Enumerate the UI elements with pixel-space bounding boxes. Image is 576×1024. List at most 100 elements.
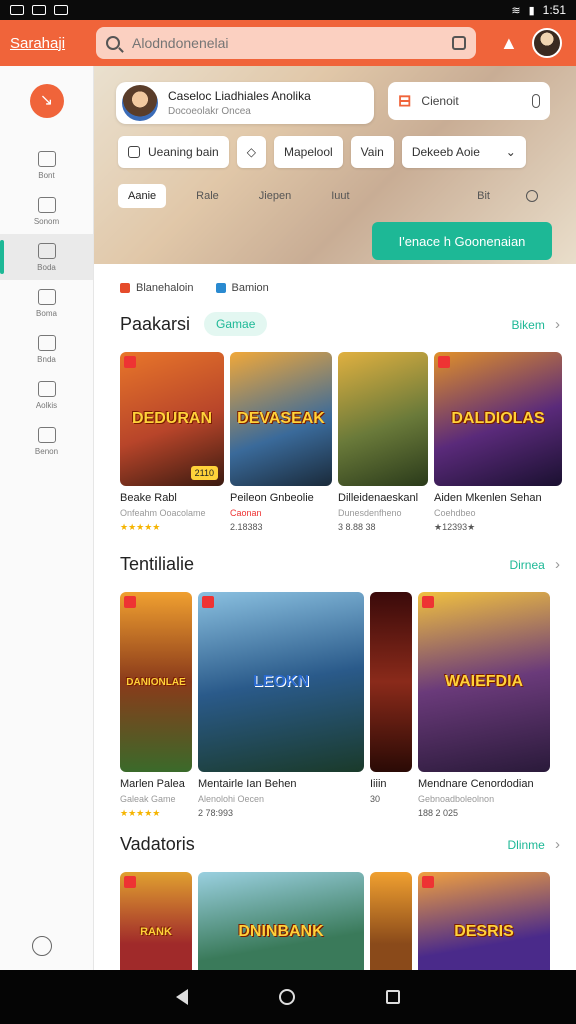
user-avatar[interactable]	[531, 28, 562, 58]
notification-icon-2	[32, 5, 46, 15]
filter-tab-3[interactable]: Jiepen	[259, 190, 291, 202]
star-icon	[37, 426, 56, 443]
profile-subtitle: Docoeolakr Oncea	[168, 106, 251, 117]
tag-2[interactable]: Bamion	[215, 282, 269, 294]
section-more-link[interactable]: Dirnea	[509, 556, 560, 573]
recents-icon[interactable]	[386, 990, 401, 1004]
game-cover	[338, 352, 428, 486]
game-card[interactable]: RANK	[120, 872, 192, 970]
chip-icon-only[interactable]: ◇	[236, 136, 266, 168]
tag-blue-icon	[215, 283, 226, 293]
game-cover: LEOKN	[198, 592, 364, 772]
game-cover	[370, 592, 412, 772]
settings-icon[interactable]	[32, 936, 52, 956]
game-card[interactable]: DALDIOLAS Aiden Mkenlen Sehan Coehdbeo ★…	[434, 352, 562, 533]
mic-icon[interactable]	[532, 94, 540, 108]
tag-row: Blanehaloin Bamion	[120, 282, 269, 294]
game-card[interactable]: Iiiin 30	[370, 592, 412, 819]
timer-icon	[37, 334, 56, 351]
game-cover: WAIEFDIA	[418, 592, 550, 772]
voice-search-card[interactable]: ⊟ Cienoit	[388, 82, 550, 120]
chip-category[interactable]: Ueaning bain	[118, 136, 229, 168]
chip-map[interactable]: Mapelool	[273, 136, 343, 168]
wifi-icon: ≋	[511, 4, 521, 17]
app-brand[interactable]: Sarahaji	[10, 35, 86, 52]
profile-card[interactable]: Caseloc Liadhiales Anolika Docoeolakr On…	[116, 82, 374, 124]
chip-vain[interactable]: Vain	[350, 136, 394, 168]
game-cover: DNINBANK	[198, 872, 364, 970]
game-card[interactable]: DANIONLAE Marlen Palea Galeak Game ★★★★★	[120, 592, 192, 819]
section-more-link[interactable]: Dlinme	[507, 836, 560, 853]
game-card[interactable]: DEDURAN 2110 Beake Rabl Onfeahm Ooacolame…	[120, 352, 224, 533]
cta-button[interactable]: I'enace h Goonenaian	[372, 222, 552, 260]
sidebar: ↘ Bont Sonom Boda Boma Bnda Aolkis Benon	[0, 66, 94, 970]
section-more-link[interactable]: Bikem	[511, 316, 560, 333]
status-bar: ≋ ▮ 1:51	[0, 0, 576, 20]
sidebar-item-timer[interactable]: Bnda	[0, 326, 93, 372]
section-title: Paakarsi	[120, 313, 191, 334]
game-cover	[370, 872, 412, 970]
sidebar-logo-icon[interactable]: ↘	[29, 84, 64, 118]
game-card[interactable]: DNINBANK	[198, 872, 364, 970]
section-trending: Tentilialie Dirnea DANIONLAE Marlen Pale…	[120, 550, 560, 819]
hero-banner: Caseloc Liadhiales Anolika Docoeolakr On…	[94, 66, 576, 264]
apps-icon	[37, 380, 56, 397]
system-nav-bar	[0, 970, 576, 1024]
profile-name: Caseloc Liadhiales Anolika	[168, 89, 311, 103]
section-pill[interactable]: Gamae	[204, 312, 268, 336]
notification-icon	[10, 5, 24, 15]
sidebar-item-games[interactable]: Boda	[0, 234, 93, 280]
cloud-icon	[37, 288, 56, 305]
chip-row: Ueaning bain ◇ Mapelool Vain Dekeeb Aoie…	[118, 136, 526, 168]
clock: 1:51	[542, 3, 566, 17]
filter-tab-all[interactable]: Aanie	[118, 184, 167, 208]
top-bar: Sarahaji ▲	[0, 20, 576, 66]
game-card[interactable]: LEOKN Mentairle Ian Behen Alenolohi Oece…	[198, 592, 364, 819]
sidebar-item-library[interactable]: Sonom	[0, 188, 93, 234]
home-icon	[37, 150, 56, 167]
sidebar-item-home[interactable]: Bont	[0, 142, 93, 188]
game-card[interactable]: DEVASEAK Peileon Gnbeolie Caonan 2.18383	[230, 352, 332, 533]
search-icon	[106, 36, 120, 50]
notification-icon-3	[54, 5, 68, 15]
filter-tabs: Aanie Rale Jiepen Iuut Bit	[118, 184, 538, 208]
tag-1[interactable]: Blanehaloin	[120, 282, 194, 294]
game-cover: DANIONLAE	[120, 592, 192, 772]
filter-tab-2[interactable]: Rale	[196, 190, 219, 202]
sort-dropdown[interactable]: Dekeeb Aoie ⌄	[401, 136, 526, 168]
notification-bell-icon[interactable]: ▲	[500, 33, 518, 54]
game-card[interactable]: Dilleidenaeskanl Dunesdenfheno 3 8.88 38	[338, 352, 428, 533]
back-icon[interactable]	[175, 989, 188, 1005]
voice-label: Cienoit	[421, 94, 459, 108]
section-adventures: Vadatoris Dlinme RANK DNINBANK DESRIS	[120, 830, 560, 970]
section-title: Tentilialie	[120, 553, 195, 574]
sidebar-item-apps[interactable]: Aolkis	[0, 372, 93, 418]
search-bar[interactable]	[96, 27, 476, 59]
game-cover: DALDIOLAS	[434, 352, 562, 486]
sidebar-item-cloud[interactable]: Boma	[0, 280, 93, 326]
gamepad-icon: ⊟	[398, 93, 412, 110]
battery-icon: ▮	[528, 4, 535, 17]
category-icon	[128, 146, 140, 158]
profile-avatar	[122, 85, 158, 121]
game-cover: DEDURAN 2110	[120, 352, 224, 486]
game-cover: RANK	[120, 872, 192, 970]
filter-tab-4[interactable]: Iuut	[331, 190, 349, 202]
game-cover: DEVASEAK	[230, 352, 332, 486]
game-card[interactable]	[370, 872, 412, 970]
games-icon	[37, 242, 56, 259]
filter-search-icon[interactable]	[526, 190, 538, 202]
game-cover: DESRIS	[418, 872, 550, 970]
section-title: Vadatoris	[120, 833, 195, 854]
library-icon	[37, 196, 56, 213]
chevron-down-icon: ⌄	[505, 145, 516, 159]
game-card[interactable]: DESRIS	[418, 872, 550, 970]
scan-icon[interactable]	[452, 36, 466, 50]
filter-tab-5[interactable]: Bit	[477, 190, 490, 202]
section-popular: Paakarsi Gamae Bikem DEDURAN2110 Beake R…	[120, 310, 562, 533]
tag-red-icon	[120, 283, 130, 293]
search-input[interactable]	[132, 35, 452, 51]
home-nav-icon[interactable]	[278, 989, 295, 1005]
game-card[interactable]: WAIEFDIA Mendnare Cenordodian Gebnoadbol…	[418, 592, 550, 819]
sidebar-item-awards[interactable]: Benon	[0, 418, 93, 464]
